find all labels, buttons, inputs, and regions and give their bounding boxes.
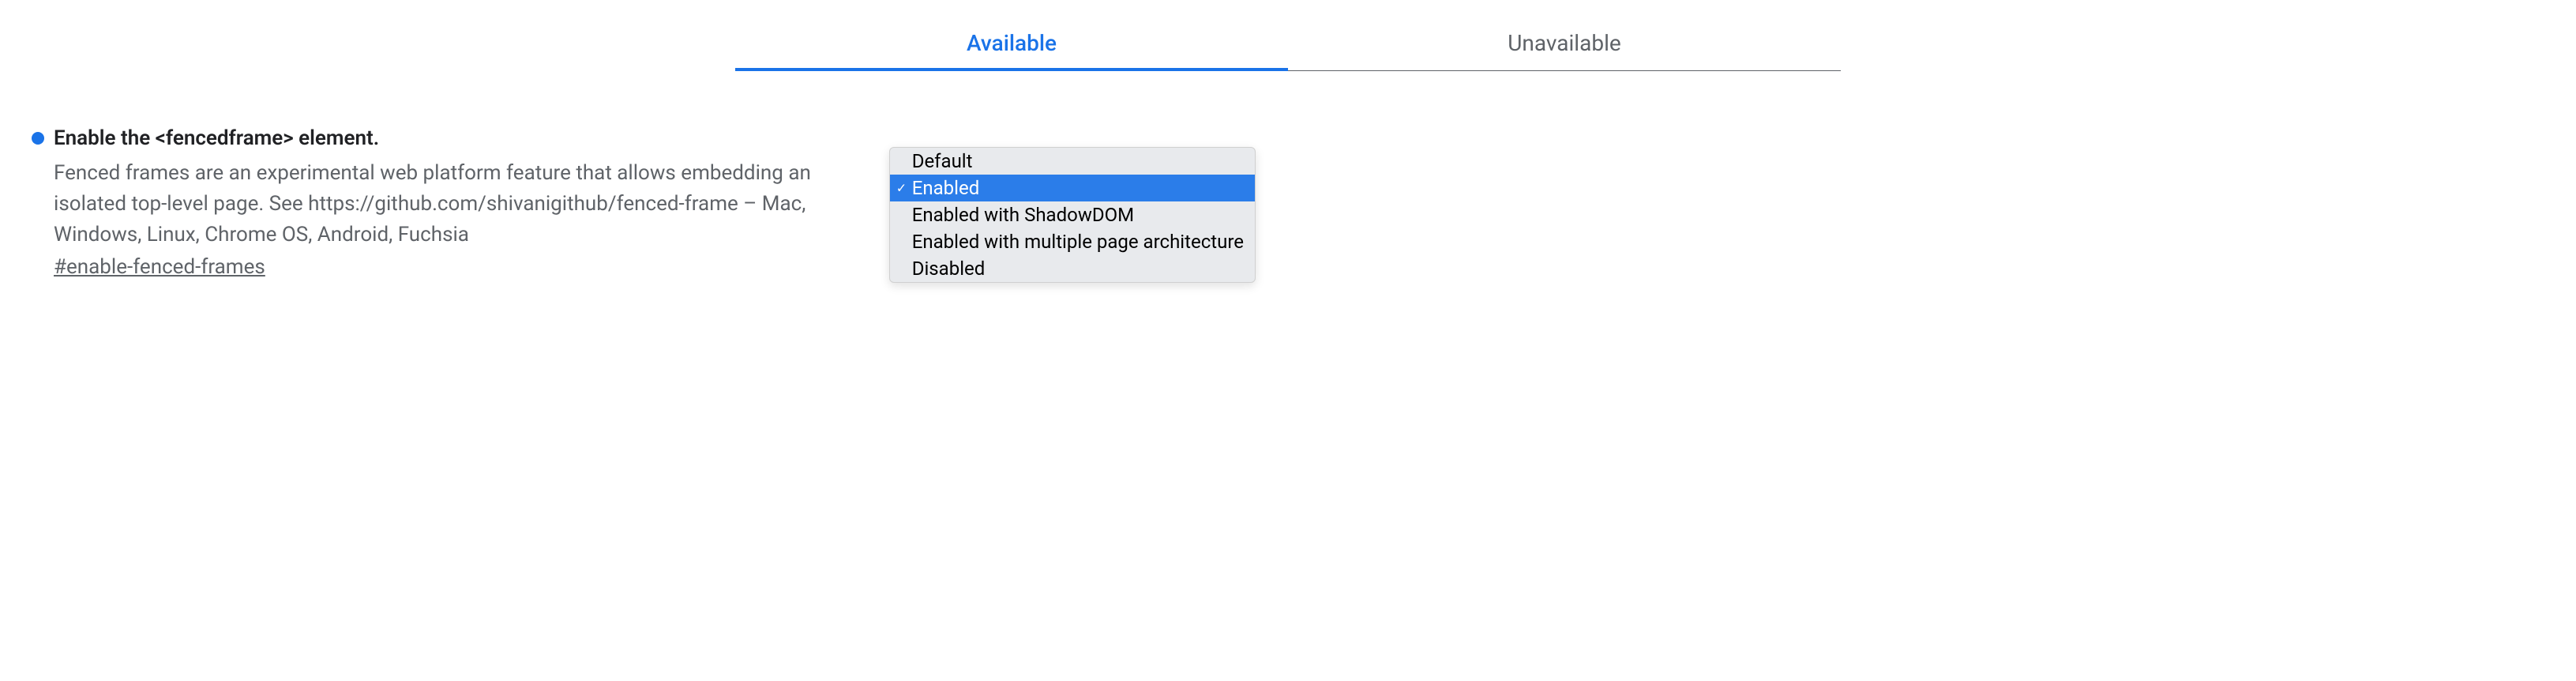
- flag-description: Fenced frames are an experimental web pl…: [54, 158, 866, 250]
- dropdown-option-default[interactable]: Default: [890, 148, 1255, 175]
- dropdown-container: Default Enabled Enabled with ShadowDOM E…: [889, 147, 1256, 283]
- tab-available[interactable]: Available: [735, 16, 1288, 70]
- flag-title-row: Enable the <fencedframe> element.: [32, 126, 866, 150]
- flag-hash-link[interactable]: #enable-fenced-frames: [54, 255, 866, 279]
- tab-unavailable[interactable]: Unavailable: [1288, 16, 1841, 70]
- flag-state-dropdown[interactable]: Default Enabled Enabled with ShadowDOM E…: [889, 147, 1256, 283]
- modified-indicator-icon: [32, 132, 44, 145]
- flag-item: Enable the <fencedframe> element. Fenced…: [32, 126, 1256, 283]
- flag-content: Enable the <fencedframe> element. Fenced…: [32, 126, 889, 279]
- dropdown-option-enabled[interactable]: Enabled: [890, 175, 1255, 201]
- flag-title: Enable the <fencedframe> element.: [54, 126, 379, 150]
- dropdown-option-enabled-shadowdom[interactable]: Enabled with ShadowDOM: [890, 201, 1255, 228]
- dropdown-option-disabled[interactable]: Disabled: [890, 255, 1255, 282]
- tabs-container: Available Unavailable: [735, 16, 1841, 71]
- dropdown-option-enabled-multipage[interactable]: Enabled with multiple page architecture: [890, 228, 1255, 255]
